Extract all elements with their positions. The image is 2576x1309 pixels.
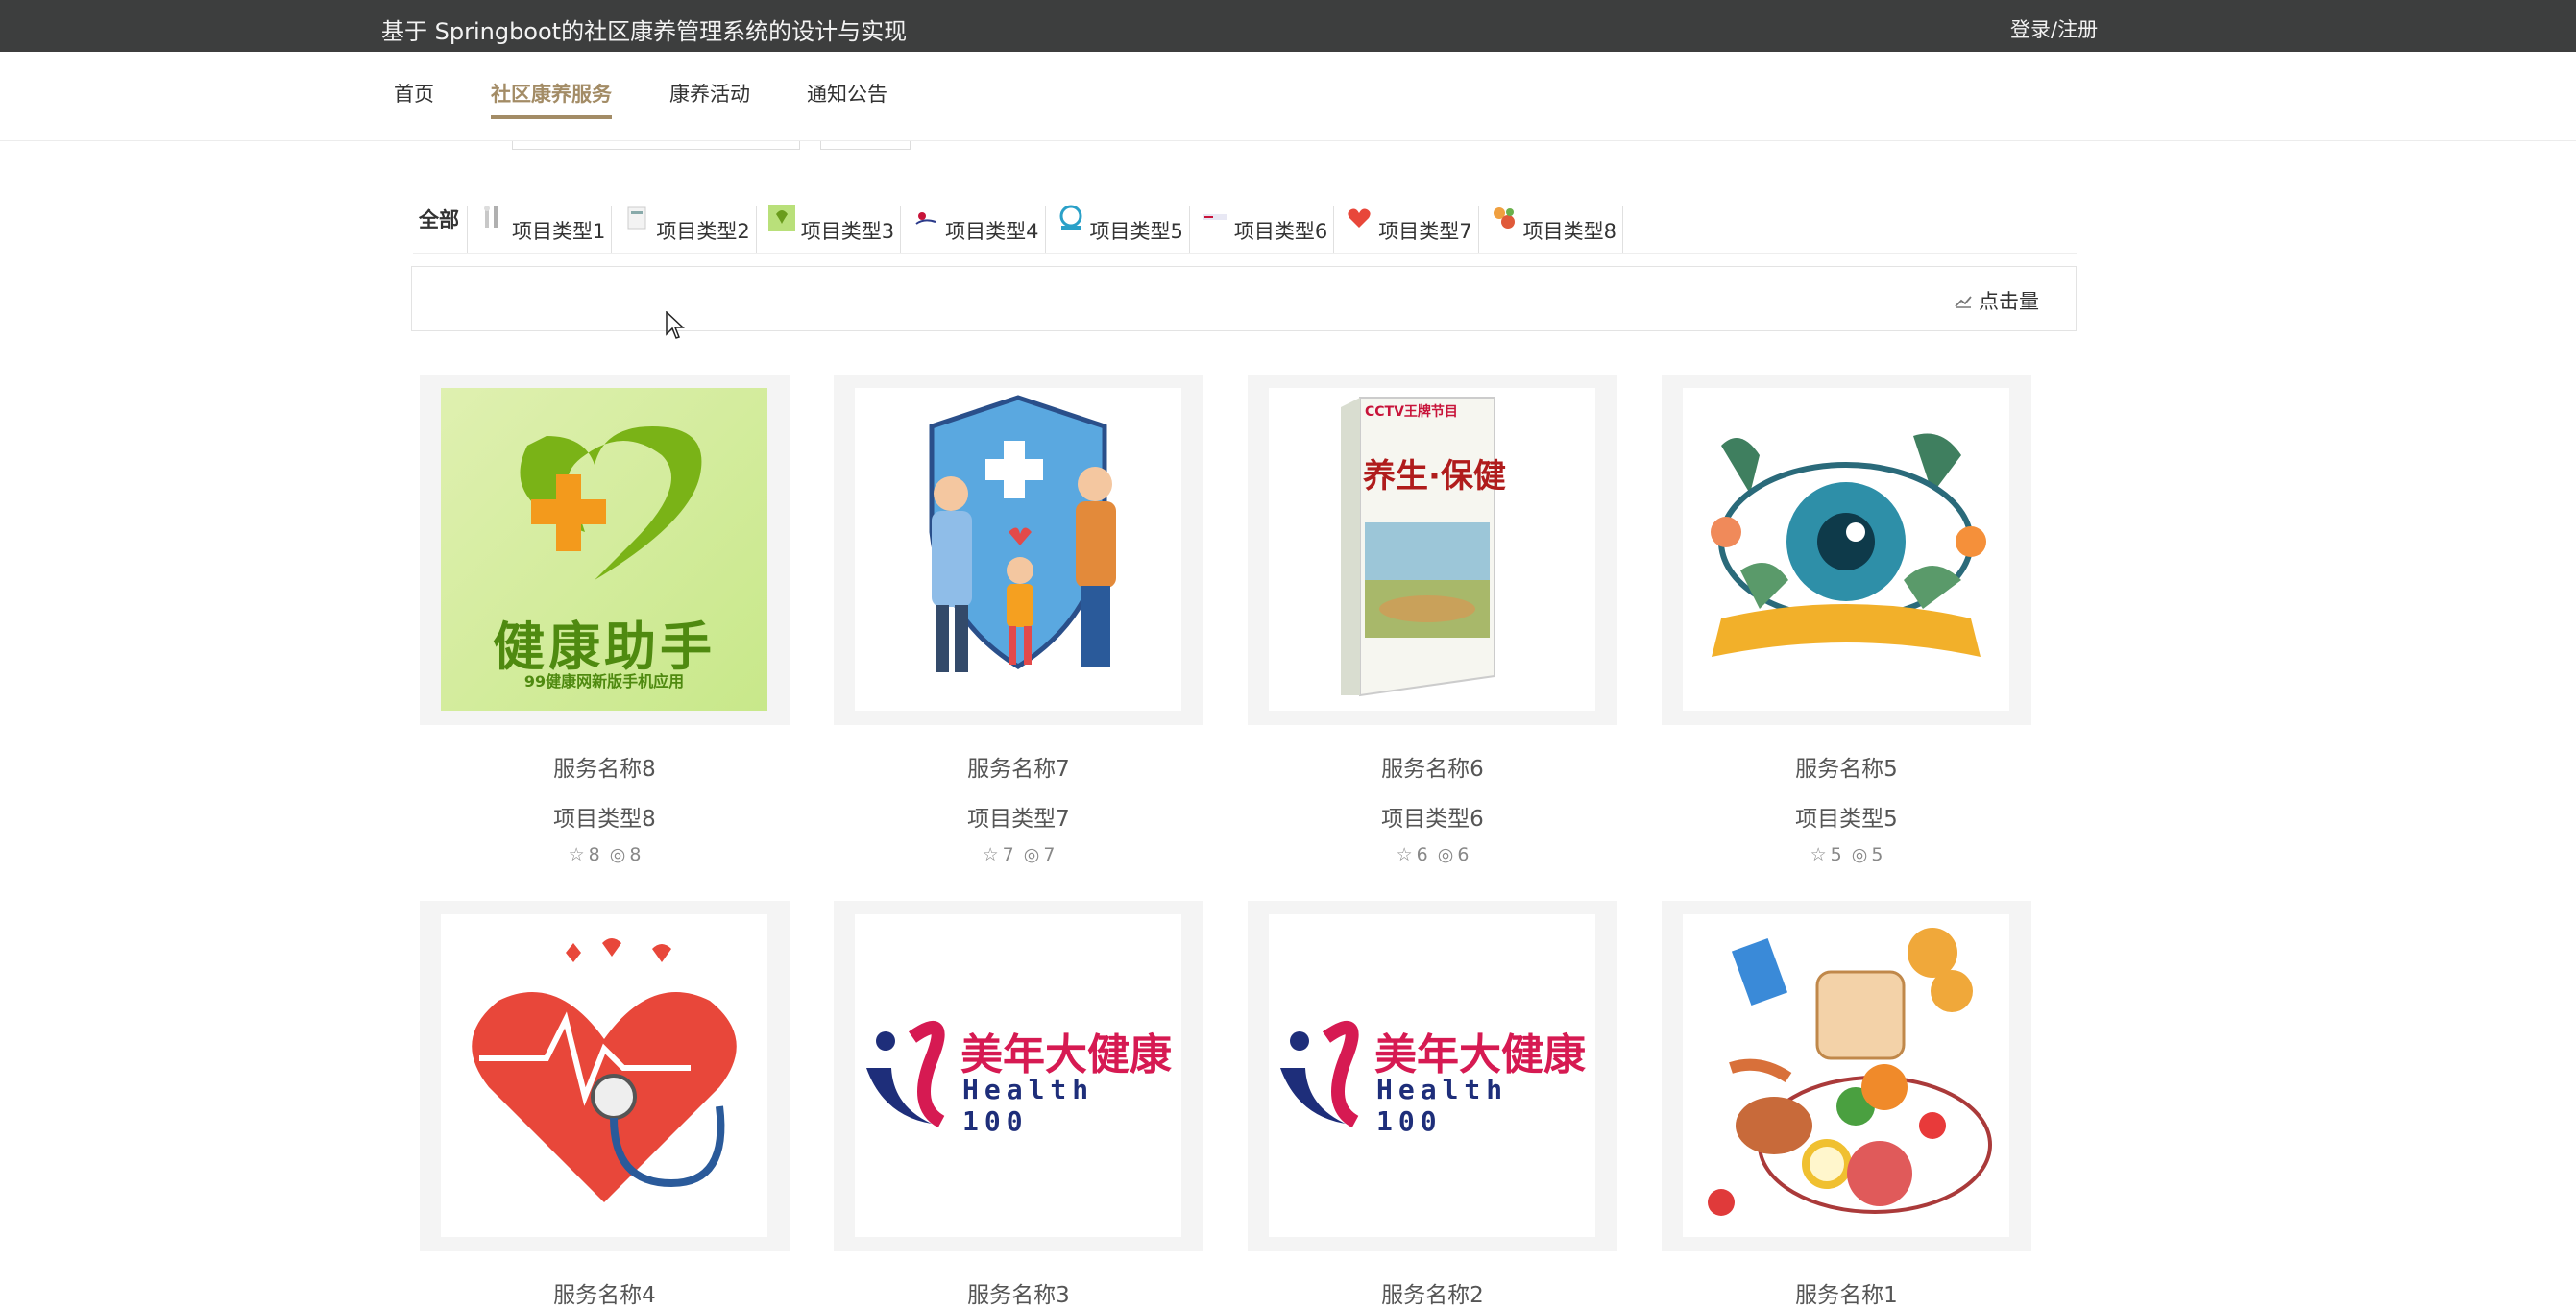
search-button-edge[interactable] [820, 141, 911, 150]
service-image [1683, 388, 2009, 711]
mouse-cursor [666, 311, 685, 339]
star-icon: ☆ [1396, 844, 1413, 865]
service-name: 服务名称2 [1381, 1283, 1484, 1308]
service-image-frame[interactable]: CCTV王牌节目 养生·保健 [1248, 375, 1617, 725]
service-card[interactable]: 美年大健康 Health 100 服务名称3 [834, 901, 1203, 1309]
image-caption: 养生·保健 [1363, 457, 1506, 496]
service-name: 服务名称4 [553, 1283, 656, 1308]
service-image-frame[interactable]: 美年大健康 Health 100 [834, 901, 1203, 1251]
type4-icon [912, 205, 939, 231]
heart-icon [1346, 205, 1373, 231]
service-card[interactable]: 服务名称5 项目类型5 ☆ 5 ◎ 5 [1662, 375, 2031, 865]
service-name: 服务名称7 [967, 757, 1070, 782]
image-subcaption: Health 100 [1376, 1074, 1509, 1137]
star-icon: ☆ [982, 844, 999, 865]
image-caption: 美年大健康 [1374, 1030, 1586, 1079]
type-filter-6[interactable]: 项目类型6 [1196, 205, 1335, 253]
trend-icon [1955, 296, 1972, 308]
service-image-frame[interactable] [420, 901, 790, 1251]
service-name: 服务名称5 [1795, 757, 1898, 782]
service-image: 美年大健康 Health 100 [1269, 914, 1595, 1237]
type-filter-label: 项目类型3 [800, 220, 895, 243]
food-icon [1491, 205, 1518, 231]
sort-label: 点击量 [1979, 290, 2039, 313]
image-subcaption: 99健康网新版手机应用 [523, 672, 685, 691]
image-caption: 美年大健康 [960, 1030, 1172, 1079]
image-subcaption: Health 100 [962, 1074, 1095, 1137]
type-filter-label: 项目类型2 [656, 220, 750, 243]
service-image-frame[interactable] [1662, 901, 2031, 1251]
nav-activities[interactable]: 康养活动 [669, 79, 750, 115]
site-title: 基于 Springboot的社区康养管理系统的设计与实现 [381, 18, 908, 45]
star-icon: ☆ [1810, 844, 1827, 865]
type-filter-label: 项目类型1 [512, 220, 606, 243]
type-filter-2[interactable]: 项目类型2 [618, 205, 757, 253]
search-input-edge[interactable] [512, 141, 800, 150]
type-filter-3[interactable]: 项目类型3 [763, 205, 902, 253]
service-stats: ☆ 7 ◎ 7 [982, 844, 1056, 865]
sort-by-clicks-button[interactable]: 点击量 [1954, 286, 2039, 315]
service-image [1683, 914, 2009, 1237]
type-filter-1[interactable]: 项目类型1 [474, 205, 613, 253]
main-nav: 首页 社区康养服务 康养活动 通知公告 [0, 52, 2576, 141]
type-filter-label: 项目类型6 [1233, 220, 1328, 243]
eye-icon: ◎ [1851, 844, 1868, 865]
type-filter-4[interactable]: 项目类型4 [907, 205, 1046, 253]
top-header-bar: 基于 Springboot的社区康养管理系统的设计与实现 登录/注册 [0, 0, 2576, 52]
eye-icon: ◎ [1437, 844, 1454, 865]
service-card[interactable]: 健康助手 99健康网新版手机应用 服务名称8 项目类型8 ☆ 8 ◎ 8 [420, 375, 790, 865]
service-name: 服务名称8 [553, 757, 656, 782]
nav-home[interactable]: 首页 [394, 79, 434, 115]
type-filter-label: 项目类型8 [1522, 220, 1616, 243]
service-card[interactable]: CCTV王牌节目 养生·保健 服务名称6 项目类型6 ☆ 6 ◎ 6 [1248, 375, 1617, 865]
type6-icon [1202, 205, 1228, 231]
service-image: 美年大健康 Health 100 [855, 914, 1181, 1237]
service-stats: ☆ 5 ◎ 5 [1810, 844, 1883, 865]
service-stats: ☆ 6 ◎ 6 [1396, 844, 1470, 865]
service-image: CCTV王牌节目 养生·保健 [1269, 388, 1595, 711]
type-filter-5[interactable]: 项目类型5 [1052, 205, 1190, 253]
service-type: 项目类型7 [967, 807, 1070, 832]
type3-icon [767, 205, 795, 231]
service-stats: ☆ 8 ◎ 8 [568, 844, 642, 865]
service-name: 服务名称1 [1795, 1283, 1898, 1308]
service-image: 健康助手 99健康网新版手机应用 [441, 388, 767, 711]
service-type: 项目类型6 [1381, 807, 1484, 832]
service-image [855, 388, 1181, 711]
type2-icon [623, 205, 650, 231]
eye-icon: ◎ [609, 844, 626, 865]
type1-icon [479, 205, 506, 231]
type-filter-bar: 全部 项目类型1 项目类型2 项目类型3 项目类型4 项目类型5 项目类型6 项… [413, 187, 2077, 254]
service-card[interactable]: 服务名称7 项目类型7 ☆ 7 ◎ 7 [834, 375, 1203, 865]
type5-icon [1057, 205, 1084, 231]
type-filter-label: 项目类型5 [1089, 220, 1183, 243]
eye-icon: ◎ [1023, 844, 1040, 865]
nav-community-service[interactable]: 社区康养服务 [491, 79, 612, 119]
service-image-frame[interactable]: 美年大健康 Health 100 [1248, 901, 1617, 1251]
service-name: 服务名称6 [1381, 757, 1484, 782]
type-filter-7[interactable]: 项目类型7 [1340, 205, 1479, 253]
type-filter-label: 项目类型7 [1378, 220, 1472, 243]
type-filter-8[interactable]: 项目类型8 [1485, 206, 1623, 253]
type-filter-all[interactable]: 全部 [413, 206, 468, 253]
service-card[interactable]: 服务名称1 [1662, 901, 2031, 1309]
image-subcaption: CCTV王牌节目 [1365, 404, 1458, 420]
service-image-frame[interactable] [1662, 375, 2031, 725]
service-type: 项目类型8 [553, 807, 656, 832]
service-type: 项目类型5 [1795, 807, 1898, 832]
service-card[interactable]: 美年大健康 Health 100 服务名称2 [1248, 901, 1617, 1309]
service-image-frame[interactable] [834, 375, 1203, 725]
type-filter-label: 项目类型4 [945, 220, 1039, 243]
service-card[interactable]: 服务名称4 [420, 901, 790, 1309]
login-register-link[interactable]: 登录/注册 [2010, 14, 2098, 43]
service-name: 服务名称3 [967, 1283, 1070, 1308]
nav-notices[interactable]: 通知公告 [807, 79, 887, 115]
star-icon: ☆ [568, 844, 585, 865]
service-image-frame[interactable]: 健康助手 99健康网新版手机应用 [420, 375, 790, 725]
service-image [441, 914, 767, 1237]
sort-bar: 点击量 [411, 266, 2077, 331]
